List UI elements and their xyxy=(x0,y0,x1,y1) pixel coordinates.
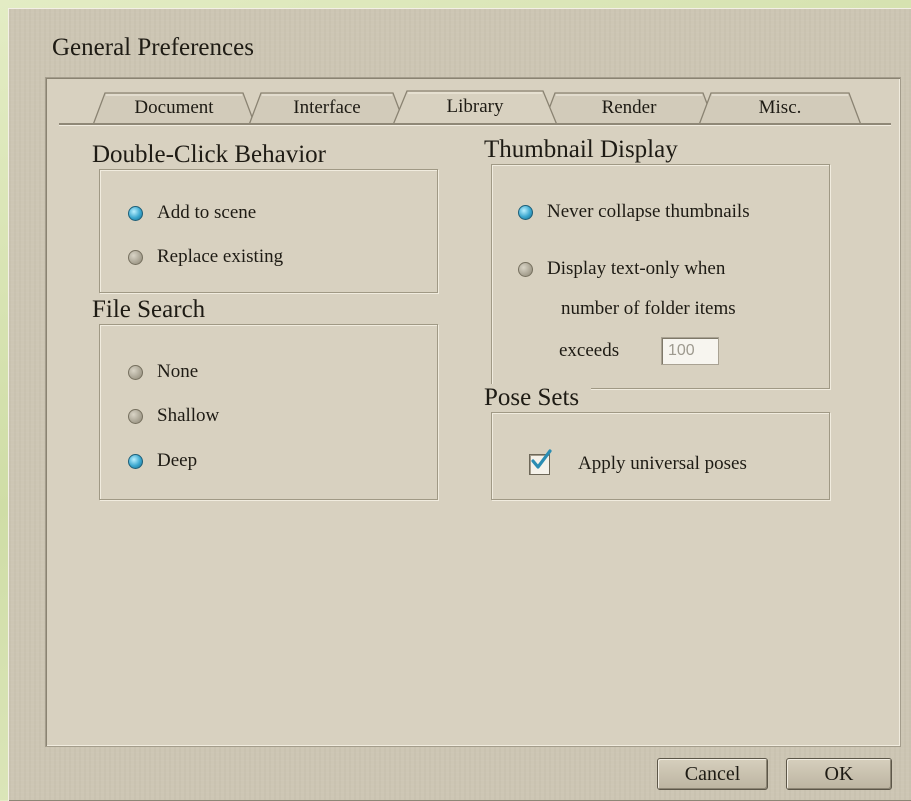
file-search-title: File Search xyxy=(92,296,218,324)
radio-selected-icon[interactable] xyxy=(128,453,143,469)
dialog-title: General Preferences xyxy=(52,34,254,61)
text-only-option[interactable]: Display text-only when xyxy=(518,258,725,280)
add-to-scene-label: Add to scene xyxy=(157,202,257,223)
text-only-label-line3: exceeds xyxy=(559,340,620,361)
tab-baseline-divider xyxy=(59,123,891,126)
tab-document-label: Document xyxy=(134,97,214,118)
search-none-option[interactable]: None xyxy=(128,361,198,383)
radio-selected-icon[interactable] xyxy=(128,205,143,221)
search-shallow-option[interactable]: Shallow xyxy=(128,405,219,427)
thumbnail-display-title: Thumbnail Display xyxy=(484,136,690,164)
checkmark-icon xyxy=(531,449,552,469)
search-none-label: None xyxy=(157,361,199,382)
general-preferences-dialog: General Preferences Document Interface R… xyxy=(8,8,911,801)
apply-universal-poses-label: Apply universal poses xyxy=(578,453,747,474)
search-shallow-label: Shallow xyxy=(157,405,220,426)
file-search-group: File Search None Shallow Deep xyxy=(92,296,438,500)
folder-items-limit-input[interactable] xyxy=(661,337,719,365)
radio-unselected-icon[interactable] xyxy=(128,249,143,265)
replace-existing-label: Replace existing xyxy=(157,246,284,267)
pose-sets-title: Pose Sets xyxy=(484,384,592,412)
cancel-button[interactable]: Cancel xyxy=(657,758,768,790)
radio-selected-icon[interactable] xyxy=(518,204,533,220)
radio-unselected-icon[interactable] xyxy=(128,364,143,380)
double-click-behavior-title: Double-Click Behavior xyxy=(92,141,338,169)
tab-strip: Document Interface Render Misc. Library xyxy=(45,87,899,127)
tab-render[interactable]: Render xyxy=(541,91,717,126)
tab-document[interactable]: Document xyxy=(91,91,257,126)
ok-button[interactable]: OK xyxy=(786,758,892,790)
pose-sets-group: Pose Sets Apply universal poses xyxy=(484,384,830,500)
dialog-button-bar: Cancel OK xyxy=(9,751,911,801)
double-click-behavior-group: Double-Click Behavior Add to scene Repla… xyxy=(92,141,438,293)
never-collapse-option[interactable]: Never collapse thumbnails xyxy=(518,201,750,223)
radio-unselected-icon[interactable] xyxy=(518,261,533,277)
tab-interface[interactable]: Interface xyxy=(247,91,407,126)
replace-existing-option[interactable]: Replace existing xyxy=(128,246,283,268)
thumbnail-display-group: Thumbnail Display Never collapse thumbna… xyxy=(484,136,830,389)
radio-unselected-icon[interactable] xyxy=(128,408,143,424)
tab-render-label: Render xyxy=(601,97,657,118)
text-only-label-line1: Display text-only when xyxy=(547,258,726,279)
never-collapse-label: Never collapse thumbnails xyxy=(547,201,750,222)
tab-misc-label: Misc. xyxy=(758,97,802,118)
search-deep-label: Deep xyxy=(157,450,198,471)
tab-library-label: Library xyxy=(446,96,504,117)
tab-interface-label: Interface xyxy=(293,97,361,118)
text-only-label-line2: number of folder items xyxy=(561,298,736,319)
apply-universal-poses-checkbox[interactable] xyxy=(529,449,552,475)
search-deep-option[interactable]: Deep xyxy=(128,450,197,472)
add-to-scene-option[interactable]: Add to scene xyxy=(128,202,256,224)
tab-library[interactable]: Library xyxy=(392,89,558,126)
tab-misc[interactable]: Misc. xyxy=(697,91,863,126)
